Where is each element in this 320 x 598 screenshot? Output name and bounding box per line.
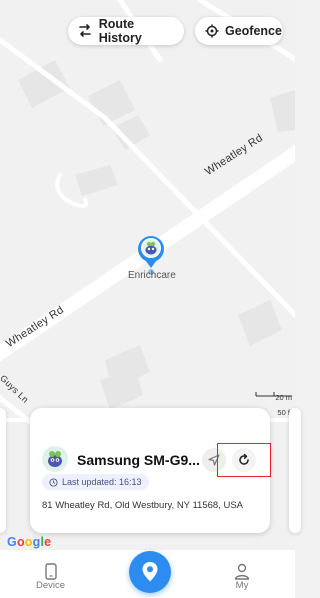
route-icon	[78, 23, 93, 39]
tab-my[interactable]: My	[234, 562, 250, 591]
device-address: 81 Wheatley Rd, Old Westbury, NY 11568, …	[42, 500, 244, 511]
geofence-button[interactable]: Geofence	[195, 17, 283, 45]
tab-device-label: Device	[36, 580, 66, 591]
route-history-button[interactable]: Route History	[68, 17, 184, 45]
location-pin-icon	[142, 562, 158, 582]
device-name: Samsung SM-G9...	[77, 452, 200, 468]
next-card-edge[interactable]	[289, 408, 301, 533]
clock-icon	[49, 477, 58, 487]
google-logo: Google	[7, 535, 52, 549]
device-avatar	[42, 446, 68, 472]
refresh-highlight-box	[217, 443, 271, 477]
tab-device[interactable]: Device	[36, 562, 65, 591]
route-history-label: Route History	[98, 17, 142, 45]
device-card[interactable]: Samsung SM-G9... Last updated: 16:13 81 …	[30, 408, 271, 533]
last-updated-badge: Last updated: 16:13	[42, 474, 149, 490]
geofence-target-icon	[205, 23, 219, 39]
scale-metric: 20 m	[275, 393, 292, 402]
phone-icon	[44, 562, 57, 580]
previous-card-edge[interactable]	[0, 408, 6, 533]
marker-label: Enrichcare	[128, 270, 176, 281]
person-icon	[234, 562, 250, 580]
geofence-label: Geofence	[225, 24, 282, 38]
last-updated-text: Last updated: 16:13	[62, 477, 142, 487]
tab-my-label: My	[235, 580, 249, 591]
location-fab-button[interactable]	[129, 551, 171, 593]
